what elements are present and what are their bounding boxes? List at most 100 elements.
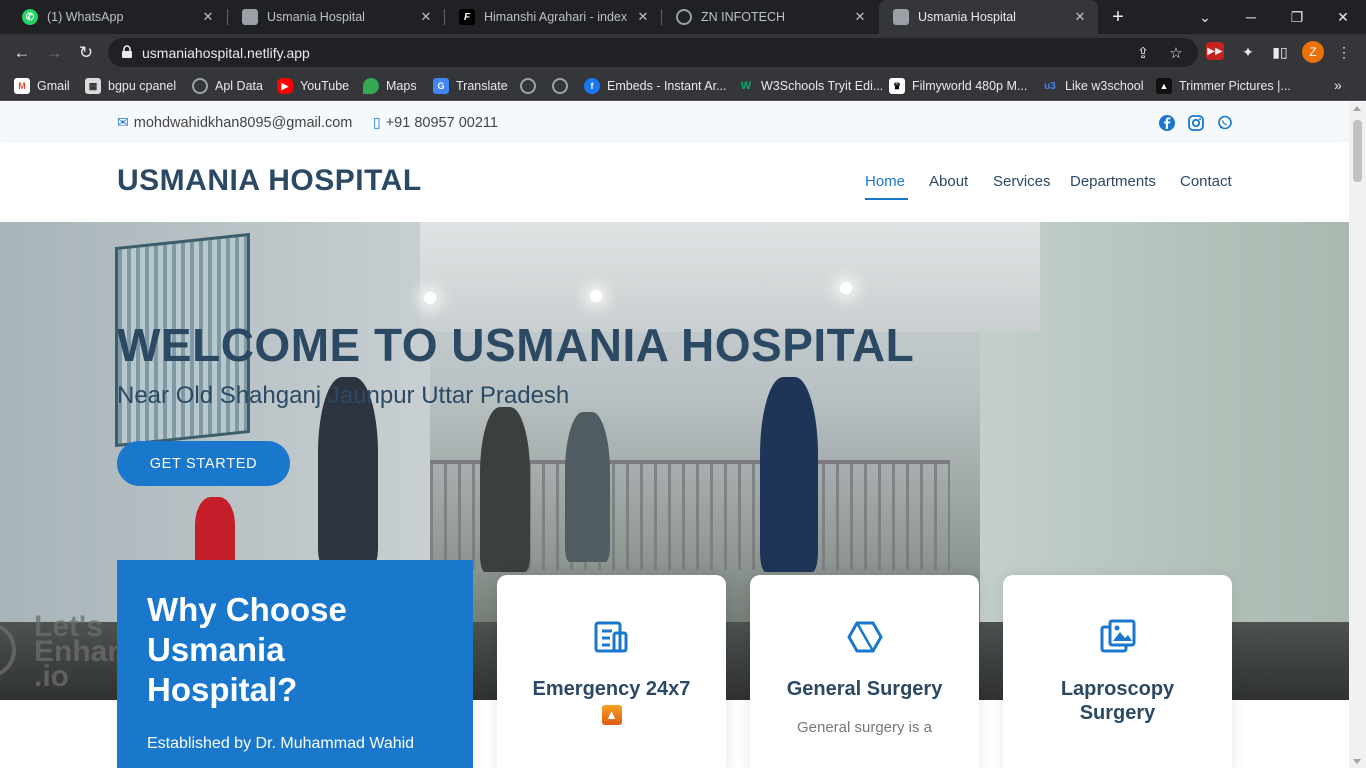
hero-photo-person — [565, 412, 610, 562]
tab-title: Himanshi Agrahari - index — [484, 10, 628, 24]
profile-avatar[interactable]: Z — [1302, 41, 1324, 63]
scroll-down-arrow-icon[interactable] — [1353, 759, 1361, 764]
crown-icon: ♛ — [889, 78, 905, 94]
ceiling-lamp — [590, 290, 602, 302]
bookmark-label: Maps — [386, 79, 417, 93]
minimize-icon[interactable]: ─ — [1228, 0, 1274, 34]
tab-title: (1) WhatsApp — [47, 10, 124, 24]
phone-icon: ▯ — [373, 114, 381, 130]
image-watermark: Let's Enhan .io — [34, 612, 126, 692]
tab-title: ZN INFOTECH — [701, 10, 786, 24]
instagram-icon[interactable] — [1187, 114, 1205, 132]
close-window-icon[interactable]: ✕ — [1320, 0, 1366, 34]
url-text[interactable]: usmaniahospital.netlify.app — [142, 45, 310, 61]
browser-toolbar: ← → ↻ usmaniahospital.netlify.app ⇪ ☆ ▶▶… — [0, 34, 1366, 71]
browser-tab-bar: ✆ (1) WhatsApp ✕ Usmania Hospital ✕ F Hi… — [0, 0, 1366, 34]
bookmark-youtube[interactable]: ▶ YouTube — [277, 77, 349, 95]
back-arrow-icon[interactable]: ← — [8, 39, 36, 67]
side-panel-icon[interactable]: ▮▯ — [1270, 42, 1290, 62]
site-favicon-icon — [893, 9, 909, 25]
get-started-button[interactable]: GET STARTED — [117, 441, 290, 486]
close-icon[interactable]: ✕ — [852, 9, 868, 25]
bookmark-label: bgpu cpanel — [108, 79, 177, 93]
icon-box-title-text: Emergency 24x7 — [532, 678, 691, 700]
lock-icon[interactable] — [120, 45, 134, 59]
extensions-puzzle-icon[interactable]: ✦ — [1238, 42, 1258, 62]
tab-search-chevron-icon[interactable]: ⌄ — [1182, 0, 1228, 34]
page-scrollbar[interactable] — [1349, 102, 1366, 768]
restore-icon[interactable]: ❐ — [1274, 0, 1320, 34]
tab-himanshi-agrahari[interactable]: F Himanshi Agrahari - index ✕ — [445, 0, 661, 34]
ceiling-lamp — [424, 292, 436, 304]
bookmark-trimmer-pictures[interactable]: ▲ Trimmer Pictures |... — [1156, 77, 1291, 95]
icon-box-title: General Surgery — [786, 678, 943, 700]
nav-home[interactable]: Home — [865, 173, 905, 190]
bookmark-w3schools-tryit[interactable]: W W3Schools Tryit Edi... — [738, 77, 883, 95]
close-icon[interactable]: ✕ — [200, 9, 216, 25]
nav-contact[interactable]: Contact — [1180, 173, 1232, 190]
globe-icon — [520, 78, 536, 94]
bookmark-star-icon[interactable]: ☆ — [1167, 44, 1185, 62]
scrollbar-thumb[interactable] — [1353, 120, 1362, 182]
nav-departments[interactable]: Departments — [1070, 173, 1156, 190]
site-logo[interactable]: USMANIA HOSPITAL — [117, 164, 422, 198]
forward-arrow-icon[interactable]: → — [40, 39, 68, 67]
phone-contact[interactable]: ▯ +91 80957 00211 — [373, 114, 498, 131]
bookmark-like-w3school[interactable]: u3 Like w3school — [1042, 77, 1144, 95]
email-contact[interactable]: ✉ mohdwahidkhan8095@gmail.com — [117, 114, 352, 131]
tab-usmania-hospital-active[interactable]: Usmania Hospital ✕ — [879, 0, 1098, 34]
bookmark-filmyworld[interactable]: ♛ Filmyworld 480p M... — [889, 77, 1027, 95]
maps-pin-icon — [363, 78, 379, 94]
bookmark-label: Filmyworld 480p M... — [912, 79, 1028, 93]
file-list-icon — [594, 621, 627, 653]
new-tab-plus-icon[interactable]: + — [1106, 5, 1130, 29]
tab-whatsapp[interactable]: ✆ (1) WhatsApp ✕ — [8, 0, 226, 34]
bookmark-bgpu-cpanel[interactable]: ▦ bgpu cpanel — [85, 77, 176, 95]
bookmark-apl-data[interactable]: Apl Data — [192, 77, 263, 95]
page-icon: ▦ — [85, 78, 101, 94]
contact-topbar: ✉ mohdwahidkhan8095@gmail.com ▯ +91 8095… — [0, 102, 1349, 142]
tab-usmania-hospital[interactable]: Usmania Hospital ✕ — [228, 0, 444, 34]
extension-red-icon[interactable]: ▶▶ — [1206, 42, 1224, 60]
f-logo-icon: F — [459, 9, 475, 25]
close-icon[interactable]: ✕ — [418, 9, 434, 25]
site-favicon-icon — [242, 9, 258, 25]
bookmark-maps[interactable]: Maps — [363, 77, 417, 95]
share-icon[interactable]: ⇪ — [1134, 44, 1152, 62]
phone-text[interactable]: +91 80957 00211 — [386, 115, 498, 131]
address-bar[interactable]: usmaniahospital.netlify.app ⇪ ☆ — [108, 38, 1198, 67]
more-bookmarks-chevron-icon[interactable]: » — [1334, 77, 1342, 93]
bookmark-label: Like w3school — [1065, 79, 1144, 93]
nav-active-underline — [865, 198, 908, 200]
icon-box-laproscopy-surgery[interactable]: Laproscopy Surgery — [1003, 575, 1232, 768]
bookmark-gmail[interactable]: M Gmail — [14, 77, 70, 95]
bookmark-translate[interactable]: G Translate — [433, 77, 508, 95]
close-icon[interactable]: ✕ — [1072, 9, 1088, 25]
hero-photo-person — [760, 377, 818, 572]
bookmark-globe-2[interactable] — [552, 77, 575, 95]
nav-services[interactable]: Services — [993, 173, 1051, 190]
menu-kebab-icon[interactable]: ⋮ — [1334, 42, 1354, 62]
bookmark-label: Gmail — [37, 79, 70, 93]
nav-about[interactable]: About — [929, 173, 968, 190]
w3schools-icon: W — [740, 80, 752, 92]
globe-icon — [676, 9, 692, 25]
bookmark-globe-1[interactable] — [520, 77, 543, 95]
scroll-up-arrow-icon[interactable] — [1353, 106, 1361, 111]
icon-box-emergency[interactable]: Emergency 24x7 ▲ — [497, 575, 726, 768]
icon-box-general-surgery[interactable]: General Surgery General surgery is a — [750, 575, 979, 768]
bookmark-label: Translate — [456, 79, 508, 93]
page-viewport: ✉ mohdwahidkhan8095@gmail.com ▯ +91 8095… — [0, 102, 1366, 768]
whatsapp-icon[interactable] — [1216, 114, 1234, 132]
bookmark-embeds[interactable]: f Embeds - Instant Ar... — [584, 77, 727, 95]
tab-zn-infotech[interactable]: ZN INFOTECH ✕ — [662, 0, 878, 34]
facebook-icon[interactable] — [1158, 114, 1176, 132]
close-icon[interactable]: ✕ — [635, 9, 651, 25]
reload-icon[interactable]: ↻ — [72, 39, 100, 67]
icon-box-title: Laproscopy Surgery — [1060, 678, 1175, 724]
images-icon — [1100, 619, 1135, 653]
icon-box-title: Emergency 24x7 ▲ — [497, 677, 726, 725]
hero-photo-ceiling — [420, 222, 1040, 332]
bookmark-label: Embeds - Instant Ar... — [607, 79, 727, 93]
email-text[interactable]: mohdwahidkhan8095@gmail.com — [134, 115, 353, 131]
